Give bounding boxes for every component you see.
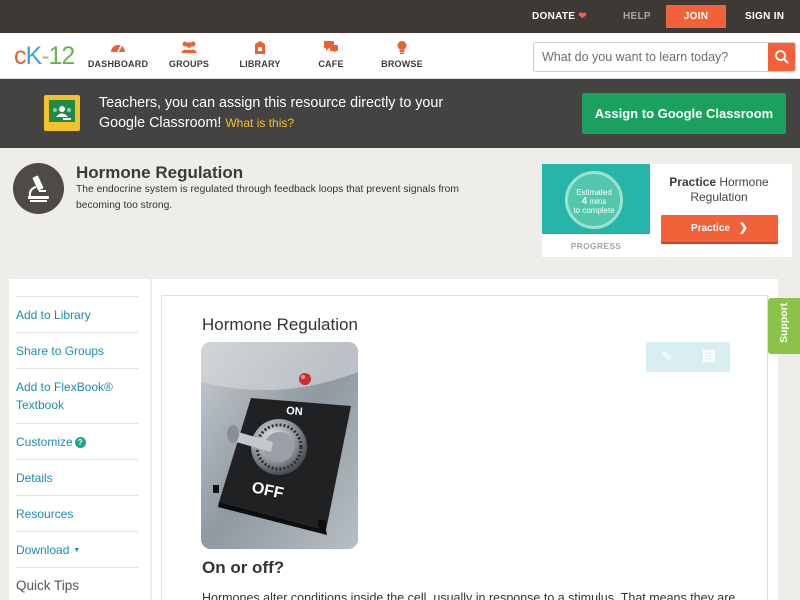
nav-browse[interactable]: BROWSE <box>367 40 437 69</box>
nav-groups[interactable]: GROUPS <box>154 40 224 69</box>
nav-library[interactable]: LIBRARY <box>225 40 295 69</box>
cafe-icon <box>296 40 366 56</box>
classroom-message: Teachers, you can assign this resource d… <box>99 93 459 133</box>
caret-down-icon: ▼ <box>73 547 81 554</box>
microscope-icon <box>13 163 64 214</box>
main-nav: cK-12 DASHBOARD GROUPS LIBRARY CAFE BROW… <box>0 33 800 79</box>
help-icon[interactable]: ? <box>74 437 86 448</box>
support-tab[interactable]: Support <box>768 298 800 354</box>
dashboard-icon <box>83 40 153 56</box>
practice-title: Practice Hormone Regulation <box>664 175 774 204</box>
join-button[interactable]: JOIN <box>666 5 726 28</box>
search-button[interactable] <box>768 43 795 71</box>
estimate-line1: Estimated <box>576 188 612 197</box>
content-subheading: On or off? <box>202 558 285 577</box>
nav-cafe[interactable]: CAFE <box>296 40 366 69</box>
sidebar-item-quick-tips[interactable]: Quick Tips <box>16 567 138 600</box>
concept-description: The endocrine system is regulated throug… <box>76 184 459 211</box>
search-icon <box>775 50 789 64</box>
practice-title-bold: Practice <box>669 175 716 189</box>
nav-groups-label: GROUPS <box>168 59 210 69</box>
content-tools: ✎ <box>646 342 730 372</box>
progress-label: PROGRESS <box>570 241 622 251</box>
download-label: Download <box>16 543 70 557</box>
donate-label: DONATE <box>532 11 576 22</box>
nav-library-label: LIBRARY <box>239 59 281 69</box>
ck12-logo[interactable]: cK-12 <box>14 42 76 71</box>
nav-cafe-label: CAFE <box>318 59 344 69</box>
heart-icon: ❤ <box>578 11 587 22</box>
sidebar-item-share-to-groups[interactable]: Share to Groups <box>16 332 138 368</box>
logo-k: K <box>25 42 43 70</box>
practice-button-label: Practice <box>691 223 730 234</box>
estimate-unit: mins <box>589 197 607 206</box>
nav-dashboard[interactable]: DASHBOARD <box>83 40 153 69</box>
sidebar-item-add-to-library[interactable]: Add to Library <box>16 296 138 332</box>
classroom-banner: Teachers, you can assign this resource d… <box>0 79 800 148</box>
estimate-line3: to complete <box>573 206 615 215</box>
what-is-this-link[interactable]: What is this? <box>225 116 294 130</box>
search-input[interactable] <box>534 43 769 71</box>
switch-photo: ON OFF <box>201 342 358 549</box>
nav-browse-label: BROWSE <box>381 59 423 69</box>
logo-12: 12 <box>48 42 76 70</box>
customize-label: Customize <box>16 435 73 449</box>
practice-art: Estimated 4 mins to complete <box>542 164 650 234</box>
help-link[interactable]: HELP <box>623 0 651 33</box>
chevron-right-icon: ❯ <box>738 222 748 234</box>
logo-c: c <box>14 42 26 70</box>
content-body-text: Hormones alter conditions inside the cel… <box>202 591 736 600</box>
assign-to-google-classroom-button[interactable]: Assign to Google Classroom <box>582 93 786 134</box>
sidebar-item-details[interactable]: Details <box>16 459 138 495</box>
browse-icon <box>367 40 437 56</box>
library-icon <box>225 40 295 56</box>
logo-dash: - <box>41 42 49 70</box>
notes-icon[interactable] <box>688 342 730 372</box>
sign-in-link[interactable]: SIGN IN <box>745 0 784 33</box>
sidebar-item-add-to-flexbook[interactable]: Add to FlexBook® Textbook <box>16 368 138 423</box>
switch-on-label: ON <box>286 405 303 418</box>
practice-card: Estimated 4 mins to complete PROGRESS Pr… <box>542 164 792 257</box>
nav-dashboard-label: DASHBOARD <box>87 59 149 69</box>
sidebar-item-resources[interactable]: Resources <box>16 495 138 531</box>
time-estimate-badge: Estimated 4 mins to complete <box>565 171 623 229</box>
concept-title: Hormone Regulation <box>76 163 244 182</box>
donate-link[interactable]: DONATE ❤ <box>532 0 587 33</box>
google-classroom-icon <box>44 95 80 131</box>
sidebar-item-customize[interactable]: Customize? <box>16 423 138 459</box>
search-box <box>533 42 796 72</box>
content-title: Hormone Regulation <box>202 315 358 334</box>
sidebar-item-download[interactable]: Download ▼ <box>16 531 138 567</box>
groups-icon <box>154 40 224 56</box>
support-label: Support <box>778 302 790 343</box>
practice-button[interactable]: Practice ❯ <box>661 215 778 244</box>
sidebar: Add to Library Share to Groups Add to Fl… <box>9 279 150 600</box>
pencil-icon[interactable]: ✎ <box>646 342 688 372</box>
top-bar: DONATE ❤ HELP JOIN SIGN IN <box>0 0 800 33</box>
